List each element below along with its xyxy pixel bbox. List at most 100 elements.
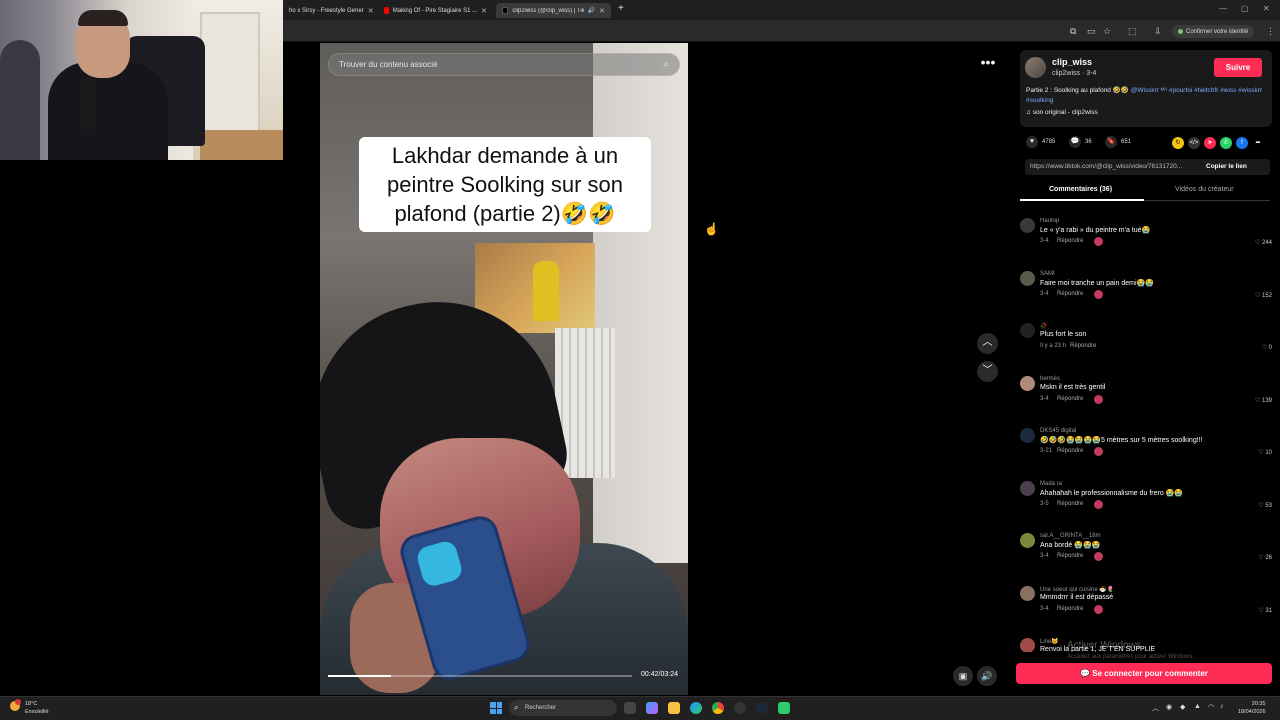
extensions-icon[interactable]: ⬚ xyxy=(1128,26,1137,37)
reply-button[interactable]: Répondre xyxy=(1057,501,1083,507)
tray-chevron-icon[interactable]: ︿ xyxy=(1152,703,1159,713)
windows-start-icon[interactable] xyxy=(490,702,502,714)
comment-text: Le « y'a rabi » du peintre m'a tué😭 xyxy=(1040,227,1151,234)
copy-link-button[interactable]: Copier le lien xyxy=(1206,159,1247,175)
cast-icon[interactable]: ▭ xyxy=(1087,26,1096,37)
reply-button[interactable]: Répondre xyxy=(1057,606,1083,612)
repost-icon[interactable]: ↻ xyxy=(1172,137,1184,149)
login-to-comment-button[interactable]: 💬 Se connecter pour commenter xyxy=(1016,663,1272,684)
close-icon[interactable]: ✕ xyxy=(368,7,374,15)
comment-avatar[interactable] xyxy=(1020,375,1035,391)
webcam-floor xyxy=(200,130,283,160)
sound-icon[interactable]: ♪ xyxy=(1220,703,1224,710)
related-search-input[interactable] xyxy=(339,60,649,69)
sound-info[interactable]: ♫ son original - clip2wiss xyxy=(1026,109,1098,116)
comment-icon[interactable]: 💬 xyxy=(1069,136,1081,148)
reply-button[interactable]: Répondre xyxy=(1057,291,1083,297)
comment-username[interactable]: SAMI xyxy=(1040,271,1055,277)
video-progress-bar[interactable] xyxy=(328,675,632,677)
comment-avatar[interactable] xyxy=(1020,323,1035,338)
tab-creator-videos[interactable]: Vidéos du créateur xyxy=(1175,186,1234,193)
tab-comments[interactable]: Commentaires (36) xyxy=(1049,186,1112,193)
wifi-icon[interactable]: ◠ xyxy=(1208,703,1214,711)
downloads-icon[interactable]: ⇩ xyxy=(1154,26,1162,37)
facebook-icon[interactable]: f xyxy=(1236,137,1248,149)
comment-stat[interactable]: 💬 36 xyxy=(1069,136,1092,148)
minimize-icon[interactable]: — xyxy=(1219,4,1227,13)
comment-like-count[interactable]: ♡ 31 xyxy=(1258,607,1272,614)
comment-avatar[interactable] xyxy=(1020,480,1035,496)
steam-icon[interactable] xyxy=(756,702,768,714)
comment-username[interactable]: hermès xyxy=(1040,376,1060,382)
comment-username[interactable]: DKS45 digital xyxy=(1040,428,1076,434)
next-video-button[interactable]: ﹀ xyxy=(977,361,998,382)
heart-icon[interactable]: ♥ xyxy=(1026,136,1038,148)
browser-tab[interactable]: ho x Sirsy - Freestyle Gener ✕ xyxy=(283,3,375,18)
file-explorer-icon[interactable] xyxy=(668,702,680,714)
reply-button[interactable]: Répondre xyxy=(1057,448,1083,454)
comment-like-count[interactable]: ♡ 53 xyxy=(1258,502,1272,509)
close-icon[interactable]: ✕ xyxy=(481,7,487,15)
close-icon[interactable]: ✕ xyxy=(599,7,605,15)
comment-like-count[interactable]: ♡ 152 xyxy=(1255,292,1272,299)
share-icon[interactable]: ➦ xyxy=(1252,137,1264,149)
volume-button[interactable]: 🔊 xyxy=(977,666,997,686)
taskbar-clock[interactable]: 20:35 18/04/2026 xyxy=(1238,700,1266,716)
star-icon[interactable]: ☆ xyxy=(1103,26,1111,37)
verify-identity-chip[interactable]: Confirmer votre identité xyxy=(1172,25,1255,38)
comment-avatar[interactable] xyxy=(1020,585,1035,601)
taskbar-search[interactable]: ⌕ Rechercher xyxy=(509,700,617,716)
comment-like-count[interactable]: ♡ 244 xyxy=(1255,239,1272,246)
like-stat[interactable]: ♥ 4785 xyxy=(1026,136,1055,148)
send-icon[interactable]: ➤ xyxy=(1204,137,1216,149)
bookmark-icon[interactable]: 🔖 xyxy=(1105,136,1117,148)
obs-icon[interactable] xyxy=(734,702,746,714)
comment-username[interactable]: 🥀 xyxy=(1040,323,1047,330)
comment-username[interactable]: sal.A__GRINTA__18m xyxy=(1040,533,1101,539)
close-window-icon[interactable]: ✕ xyxy=(1263,4,1270,13)
comment-avatar[interactable] xyxy=(1020,638,1035,652)
follow-button[interactable]: Suivre xyxy=(1214,58,1262,77)
whatsapp-icon[interactable]: ✆ xyxy=(1220,137,1232,149)
browser-tab[interactable]: Making Of - Pire Stagiaire S1 ... ✕ xyxy=(378,3,493,18)
comment-avatar[interactable] xyxy=(1020,218,1035,233)
reply-button[interactable]: Répondre xyxy=(1057,553,1083,559)
comment-username[interactable]: Une soeur qui cuisine 🍜🌷 xyxy=(1040,586,1114,593)
reply-button[interactable]: Répondre xyxy=(1070,343,1096,349)
browser-tab-active[interactable]: clip2wiss (@clip_wiss) | TikTok 🔊 ✕ xyxy=(496,3,611,18)
maximize-icon[interactable]: ▢ xyxy=(1241,4,1249,13)
weather-widget[interactable]: 18°C Ensoleillé xyxy=(10,699,49,716)
comment-avatar[interactable] xyxy=(1020,533,1035,548)
comment-username[interactable]: Hautop xyxy=(1040,218,1059,224)
comment-like-count[interactable]: ♡ 26 xyxy=(1258,554,1272,561)
comment-username[interactable]: Mada ra xyxy=(1040,481,1062,487)
copilot-icon[interactable] xyxy=(646,702,658,714)
embed-icon[interactable]: </> xyxy=(1188,137,1200,149)
author-avatar[interactable] xyxy=(1025,57,1046,78)
comment-username[interactable]: Line🐱 xyxy=(1040,638,1059,645)
tray-app-icon[interactable]: ◉ xyxy=(1166,703,1172,711)
author-name[interactable]: clip_wiss xyxy=(1052,57,1092,67)
reply-button[interactable]: Répondre xyxy=(1057,238,1083,244)
comment-like-count[interactable]: ♡ 0 xyxy=(1262,344,1272,351)
reply-button[interactable]: Répondre xyxy=(1057,396,1083,402)
related-search-bar[interactable]: ⌕ xyxy=(328,53,680,76)
more-options-button[interactable]: ••• xyxy=(977,53,999,73)
save-stat[interactable]: 🔖 651 xyxy=(1105,136,1131,148)
previous-video-button[interactable]: ︿ xyxy=(977,333,998,354)
tray-app-icon[interactable]: ▲ xyxy=(1194,703,1201,710)
translate-icon[interactable]: ⧉ xyxy=(1070,26,1076,37)
comment-like-count[interactable]: ♡ 139 xyxy=(1255,397,1272,404)
comment-like-count[interactable]: ♡ 10 xyxy=(1258,449,1272,456)
comment-avatar[interactable] xyxy=(1020,270,1035,286)
comment-avatar[interactable] xyxy=(1020,428,1035,443)
task-view-icon[interactable] xyxy=(624,702,636,714)
app-icon[interactable] xyxy=(778,702,790,714)
menu-icon[interactable]: ⋮ xyxy=(1266,26,1275,37)
tray-app-icon[interactable]: ◆ xyxy=(1180,703,1185,711)
edge-icon[interactable] xyxy=(690,702,702,714)
new-tab-button[interactable]: + xyxy=(618,3,624,14)
search-icon[interactable]: ⌕ xyxy=(663,59,669,70)
chrome-icon[interactable] xyxy=(712,702,724,714)
floating-player-button[interactable]: ▣ xyxy=(953,666,973,686)
